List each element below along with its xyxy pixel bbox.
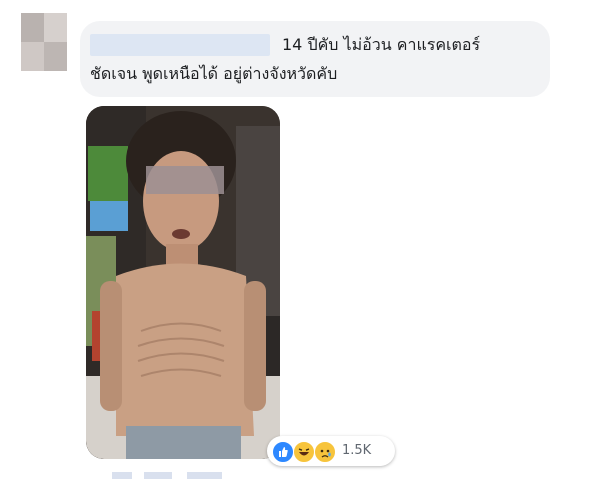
comment-text-line-2: ชัดเจน พูดเหนือได้ อยู่ต่างจังหวัดคับ (90, 64, 338, 83)
laugh-icon (293, 441, 315, 463)
comment-photo[interactable] (86, 106, 280, 459)
like-icon (272, 441, 294, 463)
commenter-name-blurred[interactable] (90, 34, 270, 56)
reactions-pill[interactable]: 1.5K (267, 436, 395, 466)
next-comment-cutoff (112, 472, 272, 479)
commenter-avatar[interactable] (21, 13, 67, 71)
reaction-count: 1.5K (342, 443, 372, 458)
sad-icon (314, 441, 336, 463)
comment-text-line-1: 14 ปีคับ ไม่อ้วน คาแรคเตอร์ (282, 35, 481, 54)
